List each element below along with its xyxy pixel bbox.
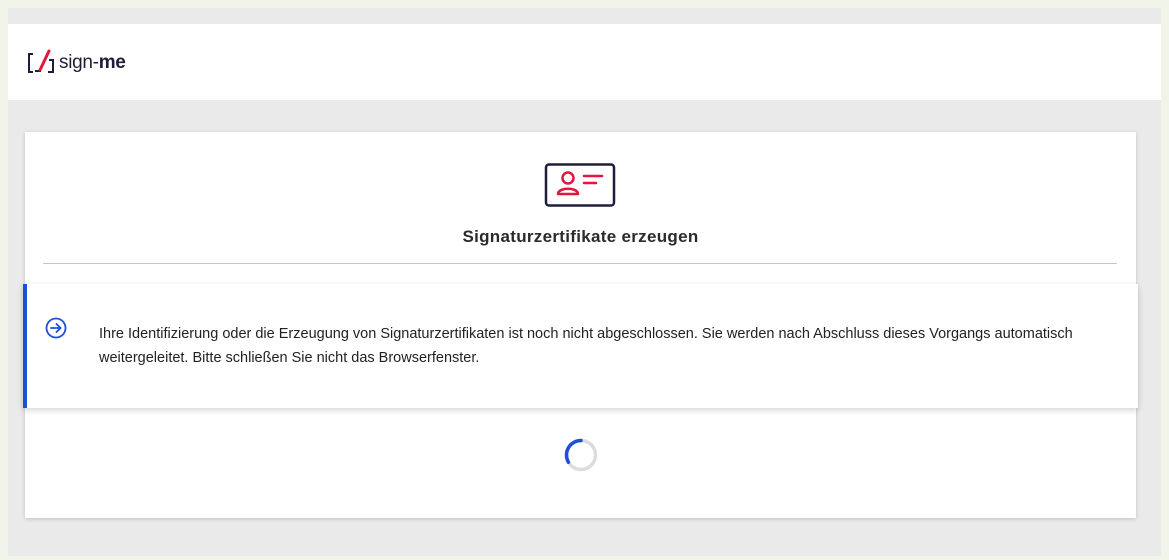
app-header: sign-me: [8, 24, 1161, 100]
page-title: Signaturzertifikate erzeugen: [462, 227, 699, 246]
logo-wordmark: sign-me: [59, 51, 126, 73]
notice-message: Ihre Identifizierung oder die Erzeugung …: [99, 326, 1073, 366]
divider: [43, 263, 1117, 264]
id-card-icon: [544, 163, 616, 212]
arrow-circle-right-icon: [45, 317, 67, 344]
loading-spinner-icon: [564, 438, 598, 472]
sign-me-bracket-logo-icon: [26, 48, 56, 76]
sign-me-logo[interactable]: sign-me: [26, 42, 126, 82]
info-notice: Ihre Identifizierung oder die Erzeugung …: [23, 284, 1138, 408]
status-card: Signaturzertifikate erzeugen Ihre Identi…: [23, 132, 1138, 518]
